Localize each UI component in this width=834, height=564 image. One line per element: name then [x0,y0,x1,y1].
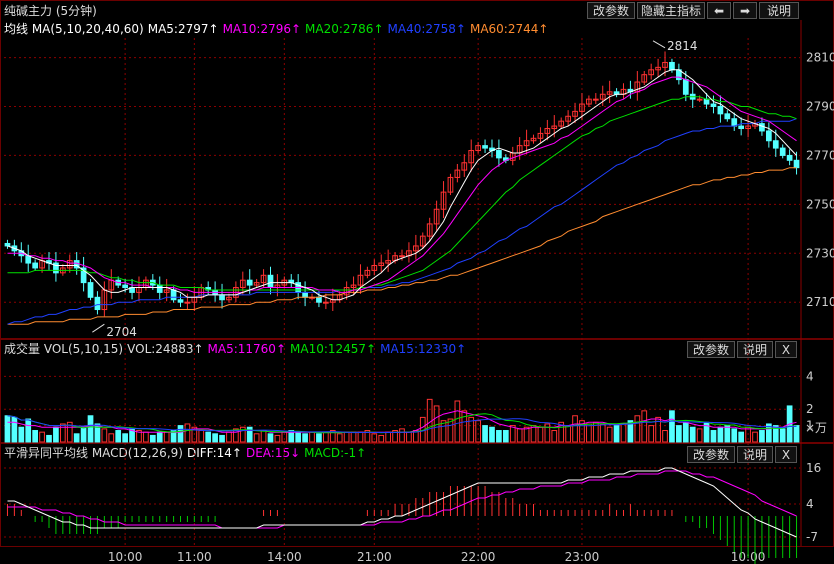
price-legend: 均线 MA(5,10,20,40,60) MA5:2797↑ MA10:2796↑ M… [4,21,552,37]
ma10-legend: MA10:2796↑ [222,22,302,36]
prev-arrow-button[interactable]: ⬅ [707,2,731,19]
macd-value-legend: MACD:-1↑ [304,446,367,460]
dea-legend: DEA:15↓ [245,446,301,460]
x-tick-label: 10:00 [731,550,766,564]
vol-ma5-legend: MA5:11760↑ [207,342,286,356]
next-arrow-button[interactable]: ➡ [733,2,757,19]
x-tick-label: 10:00 [108,550,143,564]
vol-close-button[interactable]: X [775,341,797,358]
macd-close-button[interactable]: X [775,446,797,463]
x-tick-label: 14:00 [267,550,302,564]
chart-window: 纯碱主力 (5分钟) 改参数 隐藏主指标 ⬅ ➡ 说明 均线 MA(5,10,2… [0,0,834,564]
vol-help-button[interactable]: 说明 [737,341,773,358]
chart-title: 纯碱主力 (5分钟) [4,4,97,18]
vol-edit-params-button[interactable]: 改参数 [687,341,735,358]
vol-legend-label: 成交量 VOL(5,10,15) [4,342,124,356]
vol-ma10-legend: MA10:12457↑ [290,342,377,356]
x-tick-label: 11:00 [177,550,212,564]
price-panel [0,0,834,339]
macd-help-button[interactable]: 说明 [737,446,773,463]
vol-value-legend: VOL:24883↑ [127,342,204,356]
diff-legend: DIFF:14↑ [186,446,242,460]
macd-legend: 平滑异同平均线 MACD(12,26,9) DIFF:14↑ DEA:15↓ MACD… [4,445,370,461]
vol-ma15-legend: MA15:12330↑ [380,342,467,356]
ma40-legend: MA40:2758↑ [387,22,466,36]
ma60-legend: MA60:2744↑ [469,22,549,36]
x-tick-label: 23:00 [565,550,600,564]
macd-legend-label: 平滑异同平均线 MACD(12,26,9) [4,446,183,460]
macd-edit-params-button[interactable]: 改参数 [687,446,735,463]
ma-legend-label: 均线 MA(5,10,20,40,60) [4,22,144,36]
volume-legend: 成交量 VOL(5,10,15) VOL:24883↑ MA5:11760↑ MA10… [4,341,470,357]
x-tick-label: 21:00 [357,550,392,564]
edit-params-button[interactable]: 改参数 [587,2,635,19]
help-button[interactable]: 说明 [759,2,799,19]
ma20-legend: MA20:2786↑ [305,22,384,36]
x-tick-label: 22:00 [461,550,496,564]
hide-main-indicator-button[interactable]: 隐藏主指标 [637,2,705,19]
ma5-legend: MA5:2797↑ [147,22,219,36]
